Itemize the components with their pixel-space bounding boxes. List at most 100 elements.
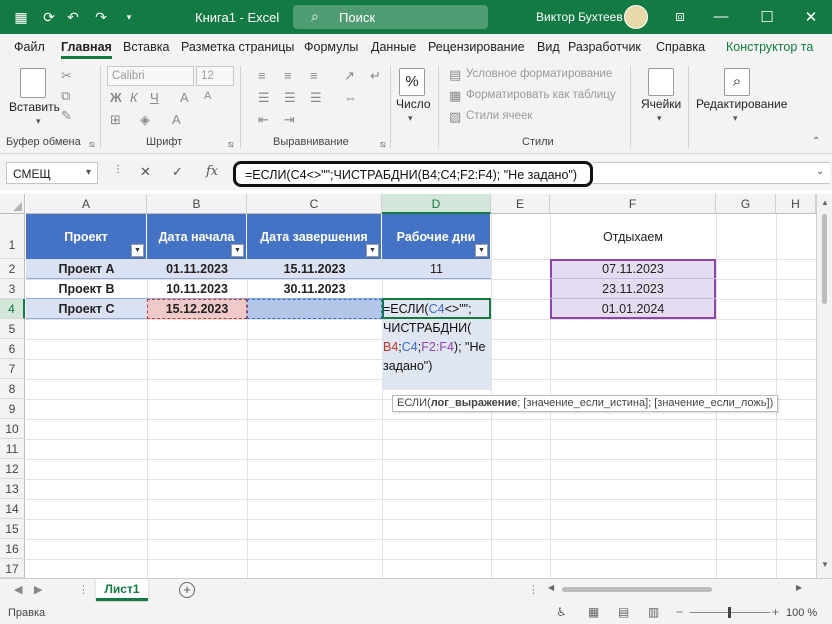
zoom-level[interactable]: 100 % (786, 607, 817, 619)
horizontal-scrollbar[interactable]: ◀ ▶ (548, 583, 808, 594)
column-header-b[interactable]: B (147, 194, 247, 214)
row-header-8[interactable]: 8 (0, 379, 25, 399)
table-cell[interactable]: 30.11.2023 (247, 279, 382, 299)
paste-icon[interactable] (20, 68, 46, 98)
column-header-g[interactable]: G (716, 194, 776, 214)
cells-button[interactable]: Ячейки (641, 97, 681, 111)
zoom-in-icon[interactable]: + (772, 605, 779, 619)
paste-dropdown-icon[interactable]: ▾ (36, 116, 41, 127)
hscroll-thumb[interactable] (562, 587, 712, 592)
avatar[interactable] (624, 5, 648, 29)
formula-input-rest[interactable] (593, 162, 830, 184)
tab-file[interactable]: Файл (14, 40, 45, 54)
table-cell[interactable]: 10.11.2023 (147, 279, 247, 299)
accessibility-icon[interactable]: ♿ (556, 605, 567, 619)
table-cell[interactable]: Проект А (26, 259, 147, 279)
row-header-10[interactable]: 10 (0, 419, 25, 439)
row-header-11[interactable]: 11 (0, 439, 25, 459)
tab-data[interactable]: Данные (371, 40, 416, 54)
tab-home[interactable]: Главная (61, 40, 112, 59)
close-button[interactable]: ✕ (802, 8, 820, 26)
copy-icon[interactable]: ⧉ (61, 88, 70, 104)
align-middle-icon[interactable]: ≡ (284, 68, 292, 83)
table-cell[interactable]: 01.11.2023 (147, 259, 247, 279)
cells-icon[interactable] (648, 68, 674, 96)
filter-dropdown-icon[interactable]: ▼ (366, 244, 379, 257)
cell-styles-button[interactable]: Стили ячеек (466, 110, 532, 122)
column-header-a[interactable]: A (26, 194, 147, 214)
row-header-7[interactable]: 7 (0, 359, 25, 379)
autosave-icon[interactable]: ⟳ (40, 9, 58, 25)
align-right-icon[interactable]: ☰ (310, 90, 322, 106)
tab-split-icon[interactable]: ⋮ (528, 583, 539, 596)
table-cell-ref-b4[interactable]: 15.12.2023 (147, 299, 247, 319)
tab-page-layout[interactable]: Разметка страницы (181, 40, 294, 54)
italic-icon[interactable]: К (130, 90, 138, 105)
chevron-down-icon[interactable]: ▾ (86, 167, 91, 178)
table-cell-ref-c4[interactable] (247, 299, 382, 319)
tab-table-design[interactable]: Конструктор та (726, 40, 813, 54)
ribbon-options-icon[interactable]: ⧈ (671, 8, 689, 25)
table-cell[interactable]: 11 (382, 259, 491, 279)
holiday-date[interactable]: 23.11.2023 (550, 279, 716, 299)
search-box[interactable]: ⌕ Поиск (293, 5, 488, 29)
column-header-c[interactable]: C (247, 194, 382, 214)
font-size-box[interactable]: 12 (196, 66, 234, 86)
restore-button[interactable]: ☐ (758, 8, 776, 26)
user-name[interactable]: Виктор Бухтеев (536, 10, 623, 24)
insert-function-icon[interactable]: fx (206, 164, 218, 179)
collapse-ribbon-icon[interactable]: ⌃ (812, 136, 820, 147)
sheet-next-icon[interactable]: ▶ (34, 583, 42, 596)
row-header-4[interactable]: 4 (0, 299, 25, 319)
column-header-f[interactable]: F (550, 194, 716, 214)
table-cell[interactable]: Проект C (26, 299, 147, 319)
cells-dropdown-icon[interactable]: ▾ (657, 113, 662, 124)
cut-icon[interactable]: ✂ (61, 68, 72, 84)
decrease-indent-icon[interactable]: ⇤ (258, 112, 269, 128)
row-header-17[interactable]: 17 (0, 559, 25, 578)
row-header-6[interactable]: 6 (0, 339, 25, 359)
sheet-more-icon[interactable]: ⋮ (78, 583, 89, 596)
tab-view[interactable]: Вид (537, 40, 560, 54)
holiday-date[interactable]: 07.11.2023 (550, 259, 716, 279)
row-header-13[interactable]: 13 (0, 479, 25, 499)
table-header-end-date[interactable]: Дата завершения ▼ (247, 214, 382, 259)
table-header-start-date[interactable]: Дата начала ▼ (147, 214, 247, 259)
tab-help[interactable]: Справка (656, 40, 705, 54)
row-header-2[interactable]: 2 (0, 259, 25, 279)
holiday-date[interactable]: 01.01.2024 (550, 299, 716, 319)
borders-icon[interactable]: ⊞ (110, 112, 121, 128)
scrollbar-thumb[interactable] (822, 214, 827, 304)
number-button[interactable]: Число (396, 97, 431, 111)
fill-color-icon[interactable]: ◈ (140, 112, 150, 128)
filter-dropdown-icon[interactable]: ▼ (475, 244, 488, 257)
row-header-12[interactable]: 12 (0, 459, 25, 479)
table-header-workdays[interactable]: Рабочие дни ▼ (382, 214, 491, 259)
tab-formulas[interactable]: Формулы (304, 40, 358, 54)
font-color-icon[interactable]: A (172, 112, 181, 127)
align-top-icon[interactable]: ≡ (258, 68, 266, 83)
row-header-1[interactable]: 1 (0, 214, 25, 259)
paste-button[interactable]: Вставить (9, 100, 60, 114)
tab-insert[interactable]: Вставка (123, 40, 169, 54)
table-cell[interactable] (382, 279, 491, 299)
table-cell[interactable]: Проект B (26, 279, 147, 299)
normal-view-icon[interactable]: ▦ (588, 605, 599, 619)
expand-formula-bar-icon[interactable]: ⌄ (816, 166, 824, 177)
font-grow-icon[interactable]: A (180, 90, 189, 105)
conditional-format-button[interactable]: Условное форматирование (466, 68, 612, 80)
row-header-14[interactable]: 14 (0, 499, 25, 519)
filter-dropdown-icon[interactable]: ▼ (131, 244, 144, 257)
row-header-15[interactable]: 15 (0, 519, 25, 539)
column-header-e[interactable]: E (491, 194, 550, 214)
name-box[interactable]: СМЕЩ ▾ (6, 162, 98, 184)
formula-input[interactable]: =ЕСЛИ(C4<>"";ЧИСТРАБДНИ(B4;C4;F2:F4); "Н… (233, 161, 593, 187)
underline-icon[interactable]: Ч (150, 90, 159, 105)
align-left-icon[interactable]: ☰ (258, 90, 270, 106)
cancel-icon[interactable]: ✕ (140, 164, 151, 180)
redo-icon[interactable]: ↷ (92, 9, 110, 25)
sheet-tab-active[interactable]: Лист1 (96, 579, 148, 601)
sheet-prev-icon[interactable]: ◀ (14, 583, 22, 596)
row-header-9[interactable]: 9 (0, 399, 25, 419)
row-header-16[interactable]: 16 (0, 539, 25, 559)
